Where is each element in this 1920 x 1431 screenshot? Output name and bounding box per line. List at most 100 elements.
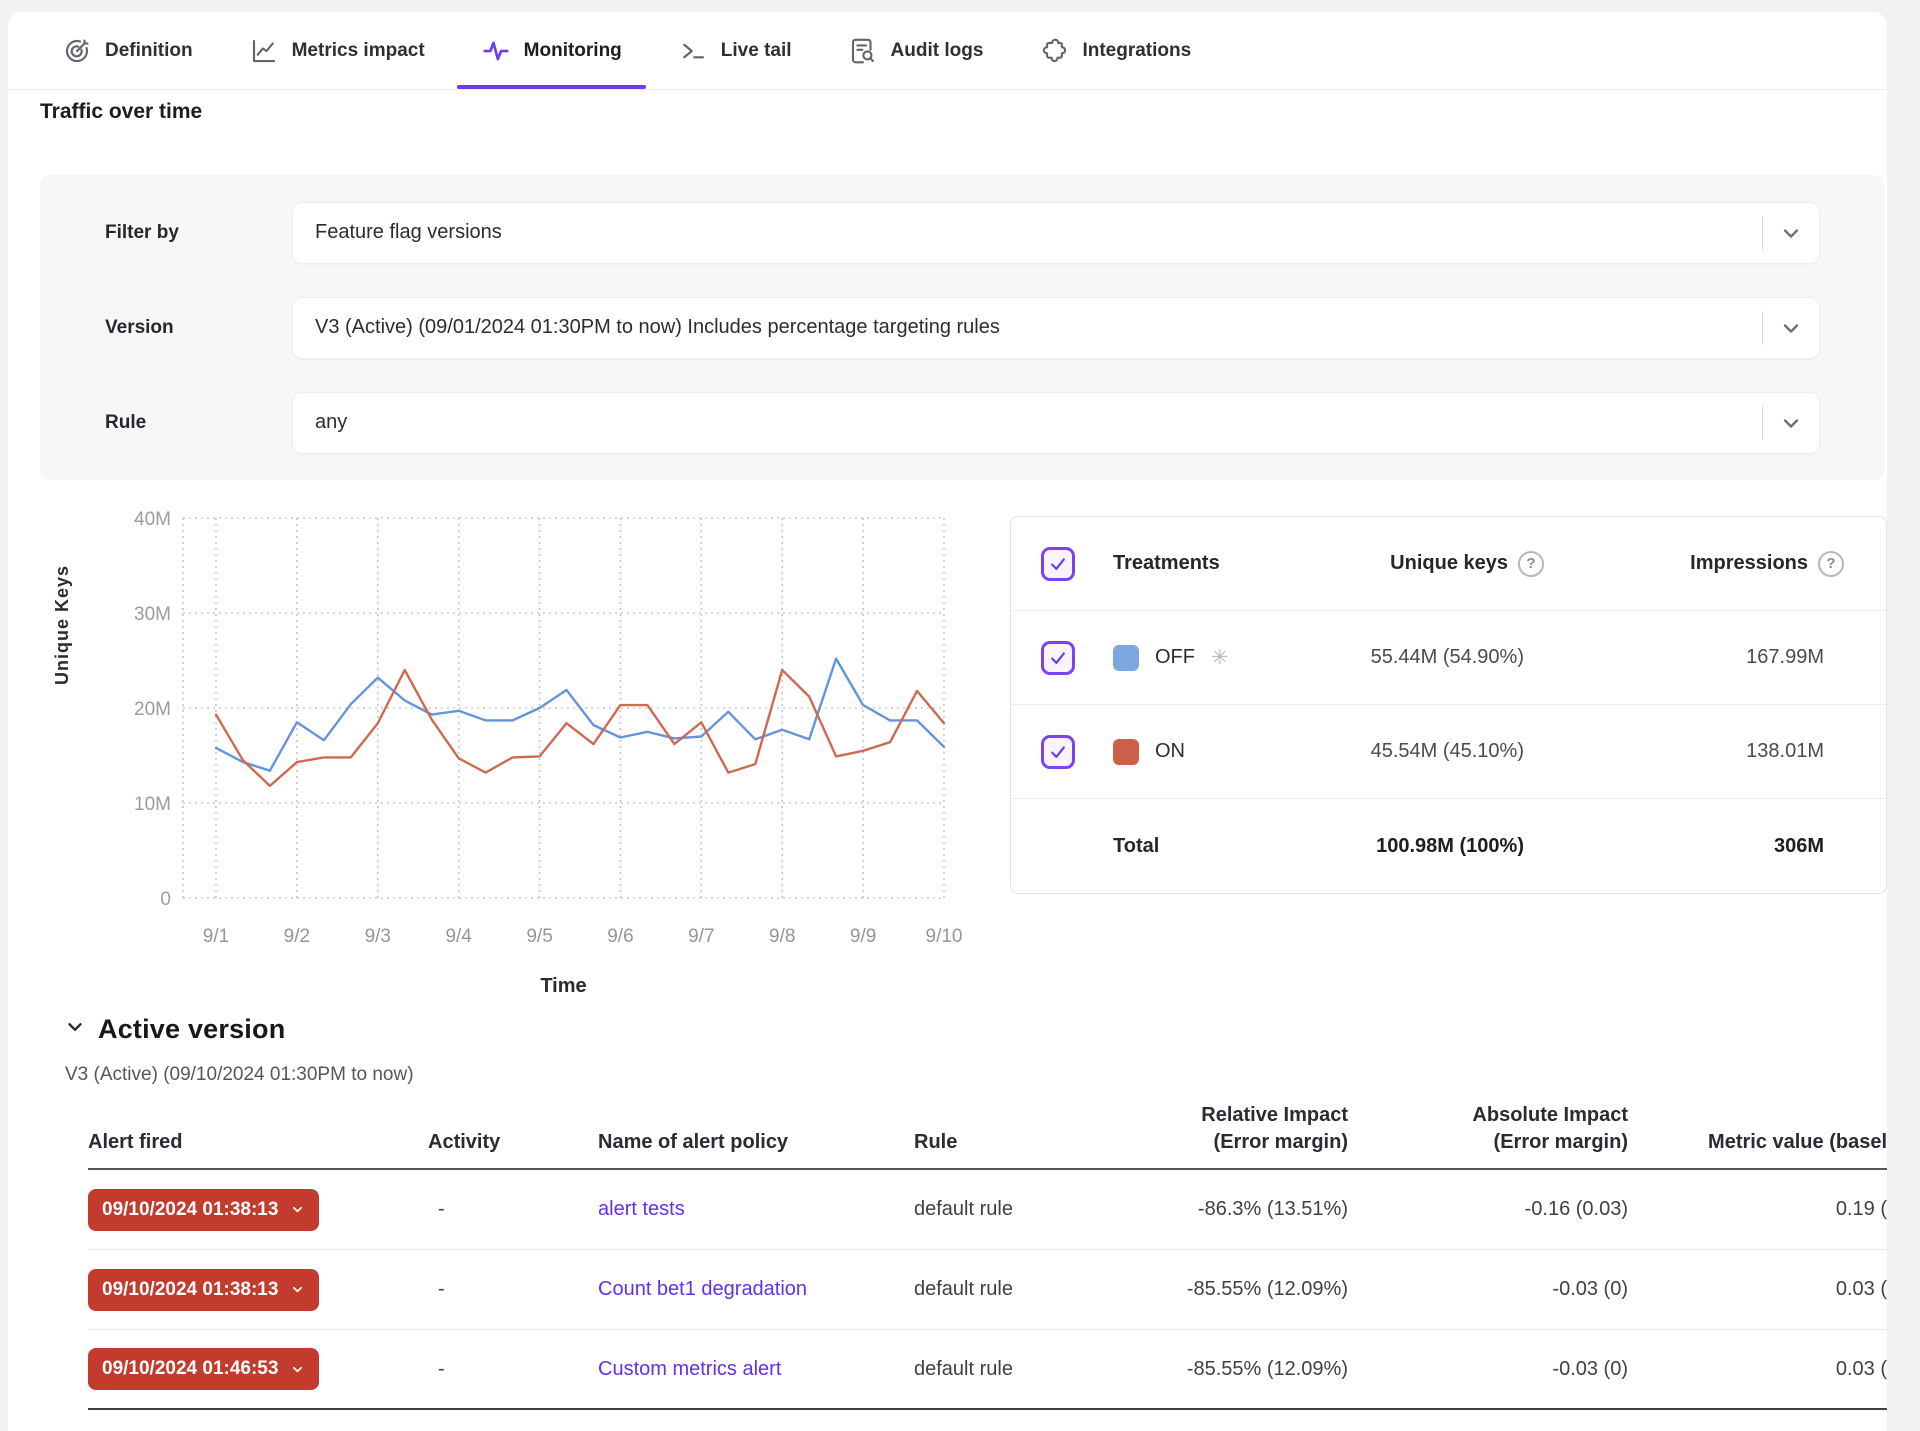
svg-text:9/9: 9/9 bbox=[850, 926, 876, 947]
filter-by-select[interactable]: Feature flag versions bbox=[292, 202, 1820, 264]
alert-row: 09/10/2024 01:38:13 - Count bet1 degrada… bbox=[88, 1250, 1887, 1330]
terminal-icon bbox=[678, 36, 708, 66]
chevron-down-icon[interactable] bbox=[1779, 411, 1803, 435]
total-impressions: 306M bbox=[1544, 835, 1844, 858]
svg-text:9/10: 9/10 bbox=[926, 926, 963, 947]
chevron-down-icon bbox=[290, 1362, 305, 1377]
help-icon[interactable]: ? bbox=[1518, 551, 1544, 577]
svg-text:20M: 20M bbox=[134, 699, 171, 720]
version-label: Version bbox=[105, 317, 292, 339]
treatment-name-cell: OFF ✳ bbox=[1113, 645, 1264, 671]
chevron-down-icon[interactable] bbox=[1779, 316, 1803, 340]
chevron-down-icon[interactable] bbox=[1779, 221, 1803, 245]
version-select[interactable]: V3 (Active) (09/01/2024 01:30PM to now) … bbox=[292, 297, 1820, 359]
relative-impact-line2: (Error margin) bbox=[1214, 1131, 1348, 1153]
alert-policy-link[interactable]: alert tests bbox=[598, 1198, 685, 1220]
relative-impact-line1: Relative Impact bbox=[1201, 1104, 1348, 1126]
metric-value-cell: 0.03 ( bbox=[1628, 1278, 1887, 1301]
treatments-total-row: Total 100.98M (100%) 306M bbox=[1011, 799, 1886, 893]
chart-icon bbox=[249, 36, 279, 66]
alert-row: 09/10/2024 01:38:13 - alert tests defaul… bbox=[88, 1170, 1887, 1250]
tab-metrics-impact[interactable]: Metrics impact bbox=[243, 12, 431, 89]
active-version-header[interactable]: Active version bbox=[64, 1014, 285, 1045]
absolute-impact-cell: -0.16 (0.03) bbox=[1348, 1198, 1628, 1221]
svg-text:40M: 40M bbox=[134, 509, 171, 530]
treatment-name-cell: ON bbox=[1113, 739, 1264, 765]
rule-select[interactable]: any bbox=[292, 392, 1820, 454]
total-unique-keys: 100.98M (100%) bbox=[1264, 835, 1544, 858]
tab-bar: Definition Metrics impact Monitoring Liv… bbox=[8, 12, 1887, 90]
relative-impact-cell: -86.3% (13.51%) bbox=[1058, 1198, 1348, 1221]
treatment-name: ON bbox=[1155, 740, 1185, 763]
svg-text:9/2: 9/2 bbox=[284, 926, 310, 947]
active-version-title: Active version bbox=[98, 1014, 285, 1045]
metric-value-cell: 0.19 ( bbox=[1628, 1198, 1887, 1221]
traffic-chart: 010M20M30M40M9/19/29/39/49/59/69/79/89/9… bbox=[40, 505, 1005, 1010]
impressions-value: 167.99M bbox=[1544, 646, 1844, 669]
tab-live-tail[interactable]: Live tail bbox=[672, 12, 798, 89]
help-icon[interactable]: ? bbox=[1818, 551, 1844, 577]
unique-keys-value: 45.54M (45.10%) bbox=[1264, 740, 1544, 763]
alert-policy-link[interactable]: Count bet1 degradation bbox=[598, 1278, 807, 1300]
document-search-icon bbox=[848, 36, 878, 66]
alert-policy-link[interactable]: Custom metrics alert bbox=[598, 1358, 781, 1380]
treatments-header-row: Treatments Unique keys ? Impressions ? bbox=[1011, 517, 1886, 611]
alert-fired-time: 09/10/2024 01:46:53 bbox=[102, 1358, 278, 1380]
treatment-row-on: ON 45.54M (45.10%) 138.01M bbox=[1011, 705, 1886, 799]
off-checkbox[interactable] bbox=[1041, 641, 1075, 675]
chevron-down-icon bbox=[290, 1202, 305, 1217]
tab-definition[interactable]: Definition bbox=[56, 12, 199, 89]
alert-fired-time: 09/10/2024 01:38:13 bbox=[102, 1199, 278, 1221]
svg-text:9/1: 9/1 bbox=[203, 926, 229, 947]
absolute-impact-cell: -0.03 (0) bbox=[1348, 1358, 1628, 1381]
puzzle-icon bbox=[1039, 36, 1069, 66]
impressions-column-header: Impressions ? bbox=[1544, 551, 1844, 577]
activity-cell: - bbox=[428, 1278, 578, 1301]
svg-text:30M: 30M bbox=[134, 604, 171, 625]
treatments-column-header: Treatments bbox=[1113, 552, 1264, 575]
tab-label: Monitoring bbox=[524, 40, 622, 62]
col-absolute-impact: Absolute Impact (Error margin) bbox=[1348, 1102, 1628, 1156]
tab-monitoring[interactable]: Monitoring bbox=[475, 12, 628, 89]
tab-label: Live tail bbox=[721, 40, 792, 62]
svg-text:9/8: 9/8 bbox=[769, 926, 795, 947]
alert-fired-time: 09/10/2024 01:38:13 bbox=[102, 1279, 278, 1301]
tab-label: Metrics impact bbox=[292, 40, 425, 62]
col-relative-impact: Relative Impact (Error margin) bbox=[1058, 1102, 1348, 1156]
absolute-impact-cell: -0.03 (0) bbox=[1348, 1278, 1628, 1301]
filter-panel: Filter by Feature flag versions Version … bbox=[40, 175, 1885, 480]
select-divider bbox=[1762, 406, 1763, 440]
alert-fired-badge[interactable]: 09/10/2024 01:38:13 bbox=[88, 1269, 319, 1311]
select-all-checkbox[interactable] bbox=[1041, 547, 1075, 581]
select-divider bbox=[1762, 216, 1763, 250]
activity-cell: - bbox=[428, 1358, 578, 1381]
svg-text:9/7: 9/7 bbox=[688, 926, 714, 947]
relative-impact-cell: -85.55% (12.09%) bbox=[1058, 1358, 1348, 1381]
alert-fired-badge[interactable]: 09/10/2024 01:46:53 bbox=[88, 1348, 319, 1390]
alerts-table: Alert fired Activity Name of alert polic… bbox=[40, 1102, 1887, 1410]
unique-keys-header-label: Unique keys bbox=[1390, 552, 1508, 575]
svg-text:Unique Keys: Unique Keys bbox=[52, 565, 72, 685]
rule-cell: default rule bbox=[878, 1358, 1058, 1381]
total-label: Total bbox=[1113, 835, 1264, 858]
svg-text:9/3: 9/3 bbox=[365, 926, 391, 947]
default-treatment-icon: ✳ bbox=[1211, 645, 1229, 670]
rule-label: Rule bbox=[105, 412, 292, 434]
tab-integrations[interactable]: Integrations bbox=[1033, 12, 1197, 89]
on-checkbox[interactable] bbox=[1041, 735, 1075, 769]
activity-cell: - bbox=[428, 1198, 578, 1221]
absolute-impact-line1: Absolute Impact bbox=[1472, 1104, 1628, 1126]
svg-text:10M: 10M bbox=[134, 794, 171, 815]
col-alert-fired: Alert fired bbox=[88, 1129, 428, 1156]
tab-audit-logs[interactable]: Audit logs bbox=[842, 12, 990, 89]
unique-keys-value: 55.44M (54.90%) bbox=[1264, 646, 1544, 669]
filter-row-filter-by: Filter by Feature flag versions bbox=[105, 202, 1820, 264]
treatment-name: OFF bbox=[1155, 646, 1195, 669]
col-policy: Name of alert policy bbox=[578, 1129, 878, 1156]
treatment-row-off: OFF ✳ 55.44M (54.90%) 167.99M bbox=[1011, 611, 1886, 705]
col-metric-value: Metric value (basel bbox=[1628, 1129, 1887, 1156]
filter-by-label: Filter by bbox=[105, 222, 292, 244]
off-color-swatch bbox=[1113, 645, 1139, 671]
chevron-down-icon[interactable] bbox=[64, 1016, 86, 1043]
alert-fired-badge[interactable]: 09/10/2024 01:38:13 bbox=[88, 1189, 319, 1231]
